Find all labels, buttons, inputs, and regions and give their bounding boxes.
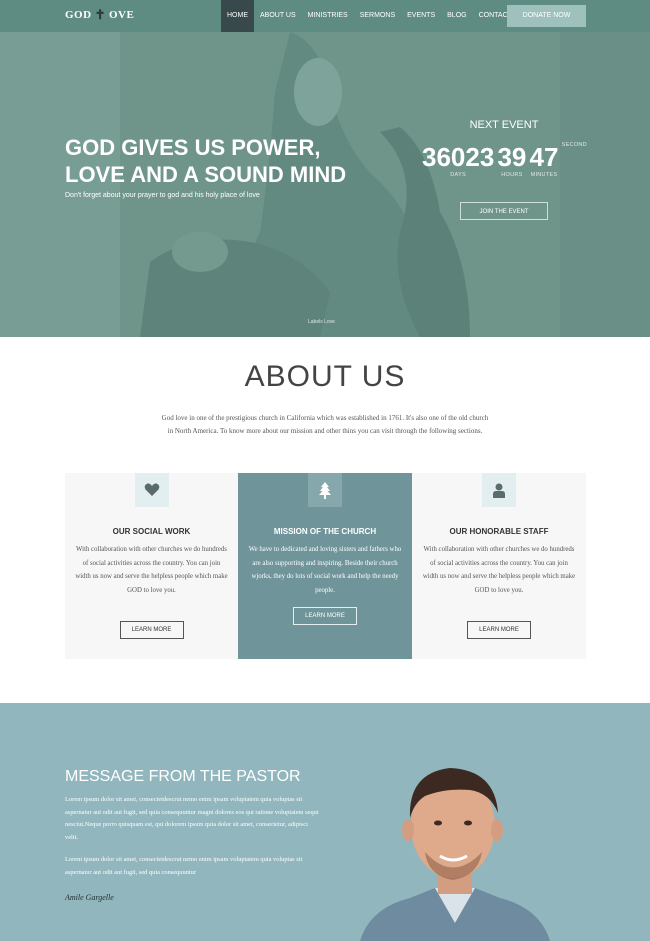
countdown-hours-label: HOURS	[501, 172, 523, 178]
main-menu: HOME ABOUT US MINISTRIES SERMONS EVENTS …	[221, 0, 518, 32]
nav-item-sermons[interactable]: SERMONS	[354, 0, 401, 32]
pastor-paragraph: Lorem ipsum dolor sit amet, consectetdes…	[65, 796, 319, 841]
learn-more-button[interactable]: LEARN MORE	[119, 621, 184, 639]
site-logo[interactable]: GOD ✝ OVE	[65, 8, 134, 21]
card-text: With collaboration with other churches w…	[422, 546, 576, 594]
logo-text-suffix: OVE	[108, 8, 135, 21]
nav-item-blog[interactable]: BLOG	[441, 0, 472, 32]
card-title: OUR SOCIAL WORK	[112, 527, 191, 536]
card-social-work: OUR SOCIAL WORK With collaboration with …	[65, 473, 238, 659]
countdown-days-value: 36023	[422, 142, 495, 172]
next-event-label: NEXT EVENT	[469, 119, 539, 131]
image-credit: Labels Love	[308, 319, 335, 325]
countdown-minutes: 47 MINUTES	[530, 142, 559, 178]
pastor-photo	[360, 768, 550, 941]
tree-icon	[308, 473, 342, 507]
about-description: God love in one of the prestigious churc…	[161, 414, 489, 435]
card-text: With collaboration with other churches w…	[75, 546, 228, 594]
card-mission: MISSION OF THE CHURCH We have to dedicat…	[238, 473, 412, 659]
hero-subtitle: Don't forget about your prayer to god an…	[65, 192, 260, 199]
top-navbar: GOD ✝ OVE HOME ABOUT US MINISTRIES SERMO…	[0, 0, 650, 32]
user-icon	[482, 473, 516, 507]
nav-item-home[interactable]: HOME	[221, 0, 254, 32]
card-title: OUR HONORABLE STAFF	[449, 527, 549, 536]
nav-item-about[interactable]: ABOUT US	[254, 0, 302, 32]
countdown-hours: 39 HOURS	[497, 142, 526, 178]
countdown-seconds-label: SECOND	[561, 142, 587, 148]
hero-headline: GOD GIVES US POWER, LOVE AND A SOUND MIN…	[65, 135, 347, 187]
event-countdown: 36023 DAYS 39 HOURS 47 MINUTES SECOND	[422, 142, 587, 178]
countdown-minutes-value: 47	[529, 142, 559, 172]
countdown-days-label: DAYS	[450, 172, 467, 178]
card-staff: OUR HONORABLE STAFF With collaboration w…	[412, 473, 586, 659]
hero-banner: GOD GIVES US POWER, LOVE AND A SOUND MIN…	[0, 32, 650, 337]
learn-more-button[interactable]: LEARN MORE	[467, 621, 531, 639]
countdown-minutes-label: MINUTES	[530, 172, 558, 178]
card-text: We have to dedicated and loving sisters …	[248, 546, 402, 594]
card-title: MISSION OF THE CHURCH	[273, 527, 377, 536]
pastor-title: MESSAGE FROM THE PASTOR	[65, 768, 301, 785]
join-event-button[interactable]: JOIN THE EVENT	[460, 202, 548, 220]
about-title: ABOUT US	[244, 360, 406, 393]
donate-button[interactable]: DONATE NOW	[507, 5, 586, 27]
pastor-paragraph: Lorem ipsum dolor sit amet, consectetdes…	[65, 856, 303, 876]
learn-more-button[interactable]: LEARN MORE	[293, 607, 357, 625]
countdown-days: 36023 DAYS	[422, 142, 494, 178]
cross-icon: ✝	[94, 7, 106, 22]
nav-item-events[interactable]: EVENTS	[401, 0, 441, 32]
nav-item-ministries[interactable]: MINISTRIES	[302, 0, 354, 32]
about-cards: OUR SOCIAL WORK With collaboration with …	[65, 473, 586, 659]
pastor-signature: Amile Gargelle	[65, 893, 114, 902]
countdown-hours-value: 39	[497, 142, 527, 172]
pastor-section: MESSAGE FROM THE PASTOR Lorem ipsum dolo…	[0, 703, 650, 941]
countdown-seconds: SECOND	[562, 142, 587, 178]
heart-icon	[134, 473, 169, 507]
logo-text: GOD	[65, 8, 92, 21]
